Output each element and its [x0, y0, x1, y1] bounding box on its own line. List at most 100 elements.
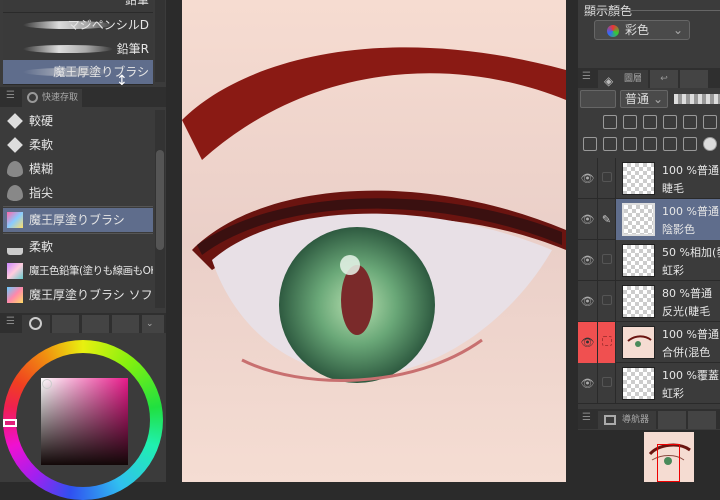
- tab-quick-access[interactable]: 快速存取: [22, 89, 83, 107]
- brush-item-selected[interactable]: 魔王厚塗りブラシ: [3, 60, 153, 85]
- tab-navigator[interactable]: 導航器: [598, 411, 656, 429]
- quick-access-scrollbar[interactable]: [155, 110, 165, 308]
- tab-subview[interactable]: [658, 411, 686, 429]
- list-item[interactable]: 魔王厚塗りブラシ ソフト: [3, 283, 153, 307]
- clip-icon[interactable]: [603, 115, 617, 129]
- blend-drops-icon: [7, 185, 23, 201]
- menu-icon[interactable]: ☰: [582, 412, 591, 423]
- item-label: 魔王厚塗りブラシ ソフト: [29, 288, 153, 302]
- list-item[interactable]: 模糊: [3, 157, 153, 181]
- layer-name: 陰影色: [662, 223, 695, 236]
- layer-name: 虹彩: [662, 264, 684, 277]
- tab-color-wheel[interactable]: [22, 315, 50, 333]
- left-panel: 鉛筆 マジペンシルD 鉛筆R 魔王厚塗りブラシ ↕ ☰ 快速存取 較硬 柔軟 模…: [0, 0, 166, 500]
- tab-sub-tool-detail[interactable]: [688, 411, 716, 429]
- blend-mode-select[interactable]: 普通 ⌄: [620, 90, 668, 108]
- tab-history[interactable]: ↩: [650, 70, 678, 88]
- layer-name: 虹彩: [662, 387, 684, 400]
- quick-access-icon: [27, 92, 38, 103]
- panel-gutter: [166, 0, 182, 482]
- brush-label: マジペンシルD: [67, 18, 149, 32]
- brush-item[interactable]: 鉛筆R: [3, 37, 153, 62]
- opacity-slider[interactable]: [674, 94, 720, 104]
- list-item[interactable]: 指尖: [3, 181, 153, 205]
- layer-name: 合併(混色: [662, 346, 711, 359]
- list-item[interactable]: 魔王色鉛筆(塗りも線画もOK！): [3, 259, 153, 283]
- layer-check[interactable]: [598, 322, 616, 363]
- eye-icon[interactable]: 👁: [578, 322, 598, 363]
- tab-animation[interactable]: [680, 70, 708, 88]
- layer-check[interactable]: [598, 240, 616, 281]
- menu-icon[interactable]: ☰: [582, 71, 591, 82]
- layer-opacity-mode: 80 %普通: [662, 287, 712, 300]
- eye-icon[interactable]: 👁: [578, 240, 598, 281]
- layer-property-icon[interactable]: [583, 137, 597, 151]
- drawing-canvas[interactable]: [182, 0, 566, 482]
- navigator-view-frame[interactable]: [657, 444, 680, 482]
- eye-icon[interactable]: 👁: [578, 281, 598, 322]
- layer-opacity-mode: 100 %覆蓋: [662, 369, 719, 382]
- lock-icon[interactable]: [663, 115, 677, 129]
- chevron-down-icon: ⌄: [653, 92, 664, 106]
- brush-label: 魔王厚塗りブラシ: [53, 65, 149, 79]
- brush-scrollbar[interactable]: [155, 0, 165, 82]
- list-item[interactable]: 柔軟: [3, 235, 153, 259]
- layer-check[interactable]: [598, 158, 616, 199]
- lock-transparency-icon[interactable]: [683, 115, 697, 129]
- navigator-tabbar: ☰ 導航器: [578, 409, 720, 429]
- color-wheel-tab-icon: [29, 317, 42, 330]
- brush-item[interactable]: マジペンシルD: [3, 13, 153, 38]
- color-wheel[interactable]: [3, 340, 163, 500]
- layer-thumbnail: [622, 203, 655, 236]
- brush-label: 鉛筆: [124, 0, 149, 7]
- layer-mask-icon[interactable]: [703, 137, 717, 151]
- draft-icon[interactable]: [643, 115, 657, 129]
- eraser-icon: [7, 137, 23, 153]
- layer-row-selected[interactable]: 👁 ✎ 100 %普通 陰影色: [578, 199, 720, 240]
- menu-icon[interactable]: ☰: [6, 90, 15, 101]
- list-item-selected[interactable]: 魔王厚塗りブラシ: [3, 208, 153, 232]
- eye-icon[interactable]: 👁: [578, 158, 598, 199]
- item-label: 柔軟: [29, 240, 54, 254]
- color-square[interactable]: [41, 378, 128, 465]
- tab-more[interactable]: ⌄: [142, 315, 164, 333]
- transfer-down-icon[interactable]: [663, 137, 677, 151]
- tab-intermediate-color[interactable]: [112, 315, 139, 333]
- tab-layer[interactable]: ◈ 圖層: [598, 70, 648, 88]
- tab-color-set[interactable]: [82, 315, 109, 333]
- display-color-select[interactable]: 彩色 ⌄: [594, 20, 690, 40]
- brush-item[interactable]: 鉛筆: [3, 0, 153, 13]
- brush-thumbnail-icon: [7, 263, 23, 279]
- layer-row[interactable]: 👁 100 %普通 睫毛: [578, 158, 720, 199]
- layer-row[interactable]: 👁 50 %相加(發虹彩: [578, 240, 720, 281]
- new-raster-layer-icon[interactable]: [603, 137, 617, 151]
- layer-name: 睫毛: [662, 182, 684, 195]
- color-tabbar: ☰ ⌄: [0, 313, 166, 333]
- layer-row-reference[interactable]: 👁 100 %普通 合併(混色: [578, 322, 720, 363]
- new-folder-icon[interactable]: [643, 137, 657, 151]
- new-vector-layer-icon[interactable]: [623, 137, 637, 151]
- layer-row[interactable]: 👁 100 %覆蓋 虹彩: [578, 363, 720, 404]
- layer-check[interactable]: [598, 281, 616, 322]
- layer-color-select[interactable]: [580, 90, 616, 108]
- eye-icon[interactable]: 👁: [578, 199, 598, 240]
- saturation-value-marker[interactable]: [42, 379, 52, 389]
- eye-icon[interactable]: 👁: [578, 363, 598, 404]
- chevron-down-icon: ⌄: [672, 23, 683, 37]
- layer-opacity-mode: 100 %普通: [662, 328, 719, 341]
- mask-icon[interactable]: [703, 115, 717, 129]
- hue-marker[interactable]: [3, 419, 17, 427]
- layer-name: 反光(睫毛: [662, 305, 711, 318]
- reference-icon[interactable]: [623, 115, 637, 129]
- list-item[interactable]: 較硬: [3, 109, 153, 133]
- layer-check[interactable]: [598, 363, 616, 404]
- layer-lock-toolbar: [600, 114, 720, 133]
- tab-color-slider[interactable]: [52, 315, 79, 333]
- layer-row[interactable]: 👁 80 %普通 反光(睫毛: [578, 281, 720, 322]
- navigator-preview[interactable]: [578, 430, 720, 482]
- list-item[interactable]: 柔軟: [3, 133, 153, 157]
- menu-icon[interactable]: ☰: [6, 316, 15, 327]
- brush-label: 鉛筆R: [116, 42, 149, 56]
- merge-down-icon[interactable]: [683, 137, 697, 151]
- brush-thumbnail-icon: [7, 287, 23, 303]
